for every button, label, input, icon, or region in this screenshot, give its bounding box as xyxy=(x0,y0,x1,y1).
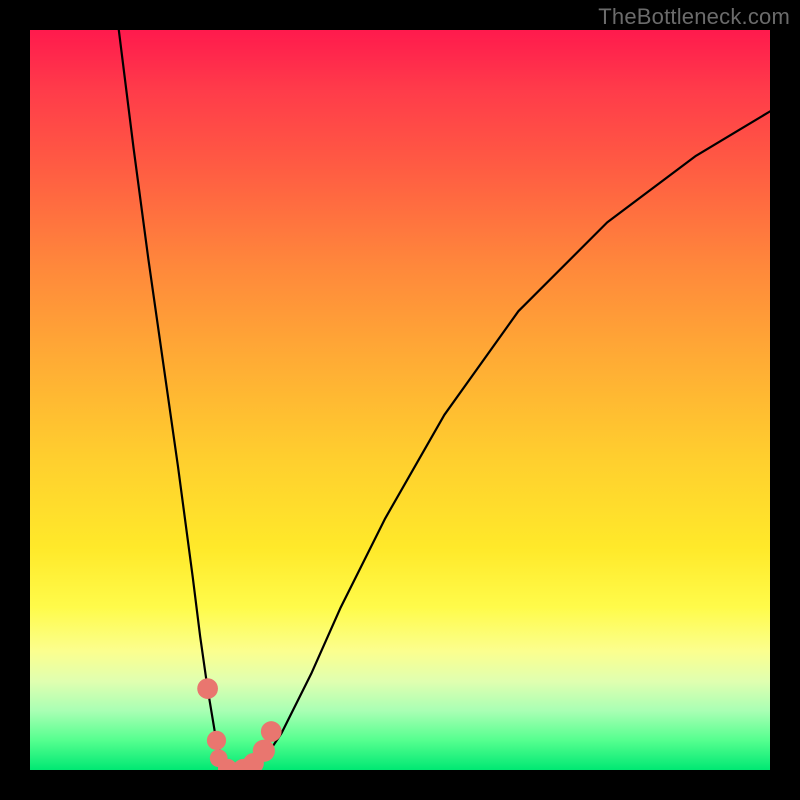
bottleneck-curve xyxy=(119,30,770,770)
data-marker xyxy=(197,678,218,699)
data-markers xyxy=(197,678,281,770)
chart-svg xyxy=(30,30,770,770)
outer-frame: TheBottleneck.com xyxy=(0,0,800,800)
data-marker xyxy=(253,740,275,762)
data-marker xyxy=(207,731,226,750)
watermark-text: TheBottleneck.com xyxy=(598,4,790,30)
plot-area xyxy=(30,30,770,770)
data-marker xyxy=(261,721,282,742)
